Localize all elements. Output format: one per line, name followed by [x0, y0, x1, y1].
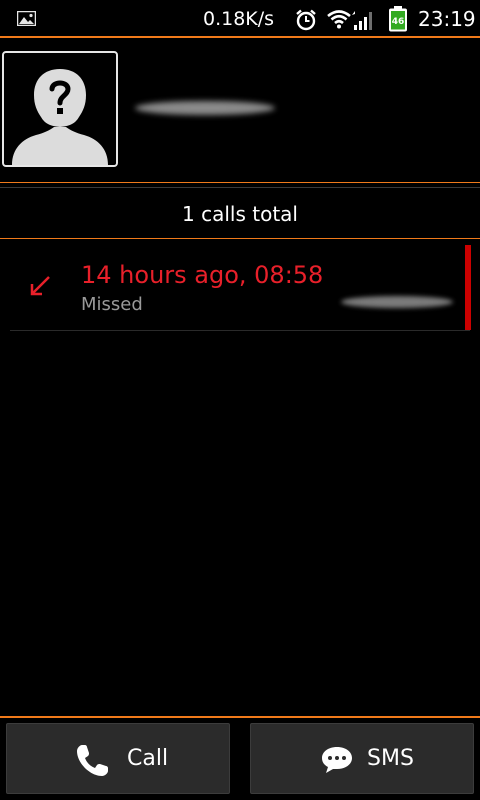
- contact-header: [0, 38, 480, 182]
- phone-icon: [77, 745, 108, 776]
- alarm-clock-icon: [296, 9, 316, 31]
- call-time: 14 hours ago, 08:58: [81, 261, 324, 289]
- sms-button[interactable]: SMS: [250, 723, 474, 794]
- status-bar: 0.18K/s 46 23:19: [0, 0, 480, 38]
- redacted-phone-number: [341, 296, 453, 308]
- call-type: Missed: [81, 294, 143, 315]
- call-log-row[interactable]: 14 hours ago, 08:58 Missed: [10, 240, 471, 331]
- missed-call-icon: [30, 276, 50, 296]
- battery-level: 46: [392, 17, 405, 27]
- clock: 23:19: [418, 7, 476, 31]
- bottom-action-bar: Call SMS: [0, 716, 480, 800]
- contact-avatar[interactable]: [2, 51, 118, 167]
- call-button[interactable]: Call: [6, 723, 230, 794]
- redacted-contact-name: [135, 101, 275, 115]
- call-list: 14 hours ago, 08:58 Missed: [0, 240, 480, 331]
- missed-call-indicator: [465, 245, 471, 330]
- gallery-icon: [17, 11, 36, 26]
- calls-summary: 1 calls total: [0, 189, 480, 239]
- network-speed: 0.18K/s: [203, 8, 275, 30]
- wifi-icon: [327, 10, 351, 29]
- cell-signal-icon: [352, 11, 372, 30]
- sms-button-label: SMS: [367, 746, 414, 771]
- chat-bubble-icon: [322, 747, 352, 773]
- unknown-contact-icon: [12, 69, 108, 165]
- calls-total-text: 1 calls total: [182, 202, 298, 226]
- battery-charging-icon: 46: [389, 6, 407, 32]
- call-button-label: Call: [127, 746, 169, 771]
- header-divider: [0, 182, 480, 188]
